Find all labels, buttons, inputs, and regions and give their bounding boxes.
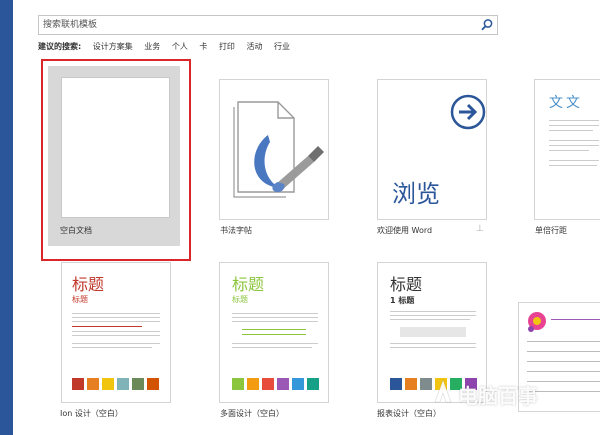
template-label: 欢迎使用 Word (377, 226, 433, 235)
suggested-searches: 建议的搜索: 设计方案集 业务 个人 卡 打印 活动 行业 (38, 41, 299, 52)
thumbnail-subtitle-text: 1 标题 (390, 296, 415, 305)
selection-outline (41, 59, 191, 261)
template-label: 多面设计（空白） (220, 409, 284, 418)
template-thumbnail: 标题 标题 (219, 262, 329, 403)
thumbnail-title-text: 标题 (72, 275, 105, 294)
template-label: 报表设计（空白） (377, 409, 441, 418)
thumbnail-subtitle-text: 标题 (232, 295, 248, 304)
arrow-right-circle-icon (450, 94, 486, 130)
suggested-search-design-sets[interactable]: 设计方案集 (93, 42, 133, 51)
watermark-subtext: jiaocheng.chazidian.com (466, 422, 553, 430)
template-label: Ion 设计（空白） (60, 409, 123, 418)
suggested-search-personal[interactable]: 个人 (172, 42, 188, 51)
suggested-search-business[interactable]: 业务 (144, 42, 160, 51)
thumbnail-title-text: 标题 (390, 275, 423, 294)
search-input[interactable] (43, 17, 473, 33)
thumbnail-title-text: 标题 (232, 275, 265, 294)
suggested-search-events[interactable]: 活动 (246, 42, 262, 51)
thumbnail-title-text: 文文 (549, 95, 583, 111)
template-label: 单倍行距 (535, 226, 567, 235)
calligraphy-brush-icon (233, 101, 324, 198)
template-thumbnail: 文文 (534, 79, 600, 220)
search-icon[interactable] (480, 18, 494, 32)
flower-icon (528, 312, 546, 332)
suggested-search-industry[interactable]: 行业 (274, 42, 290, 51)
pin-icon[interactable]: ⊥ (476, 224, 484, 234)
suggested-searches-label: 建议的搜索: (38, 42, 82, 51)
template-thumbnail: 浏览 (377, 79, 487, 220)
suggested-search-print[interactable]: 打印 (219, 42, 235, 51)
watermark-text: 电脑百事 (458, 384, 538, 408)
thumbnail-subtitle-text: 标题 (72, 295, 88, 304)
side-accent-strip (0, 0, 13, 435)
template-thumbnail: 标题 标题 (61, 262, 171, 403)
watermark-logo-icon (434, 379, 452, 403)
template-thumbnail (219, 79, 329, 220)
search-box[interactable] (38, 15, 498, 35)
thumbnail-browse-text: 浏览 (392, 180, 440, 208)
suggested-search-cards[interactable]: 卡 (199, 42, 207, 51)
template-label: 书法字帖 (220, 226, 252, 235)
